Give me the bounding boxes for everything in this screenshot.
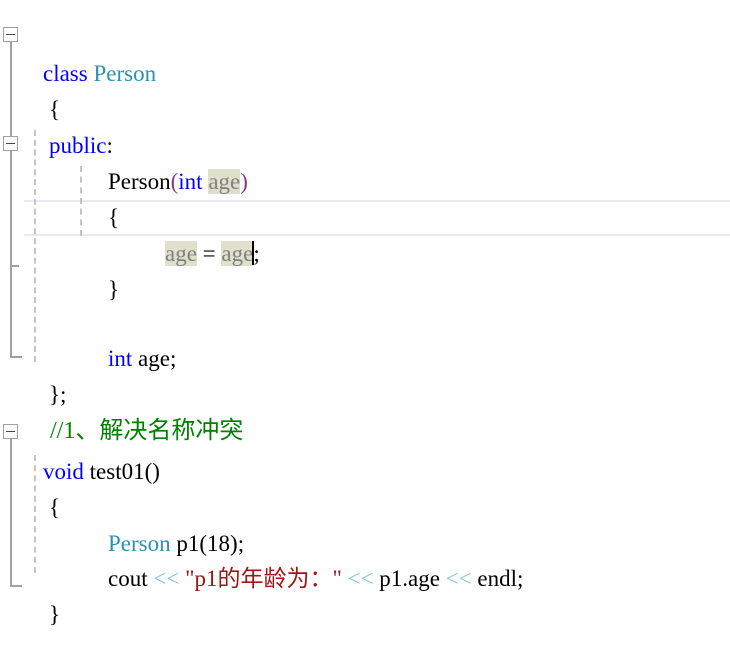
- code-line[interactable]: void test01(): [20, 418, 730, 484]
- code-line-empty[interactable]: [85, 272, 730, 308]
- code-line[interactable]: //1、解决名称冲突: [26, 377, 730, 444]
- code-line[interactable]: {: [85, 164, 730, 230]
- token-brace: {: [49, 495, 61, 520]
- indent-guide-ctor-body: [80, 166, 82, 236]
- fold-bracket-line-ctor: [9, 151, 12, 266]
- code-line[interactable]: cout << "p1的年龄为：" << p1.age << endl;: [85, 525, 730, 591]
- fold-bracket-foot-test01: [9, 585, 22, 587]
- code-editor[interactable]: class Person { public: Person(int age) {…: [0, 0, 730, 627]
- code-line[interactable]: int age;: [85, 305, 730, 371]
- code-line[interactable]: public:: [26, 92, 730, 158]
- fold-bracket-line-test01: [9, 439, 12, 587]
- code-line[interactable]: };: [26, 341, 730, 407]
- code-line[interactable]: Person(int age): [85, 128, 730, 194]
- code-line-current[interactable]: age = age;: [142, 200, 730, 266]
- fold-bracket-foot-ctor: [9, 265, 19, 267]
- fold-toggle-class-person[interactable]: [3, 27, 18, 42]
- code-line[interactable]: {: [26, 454, 730, 520]
- code-line[interactable]: }: [26, 561, 730, 627]
- code-line[interactable]: Person p1(18);: [85, 490, 730, 556]
- fold-bracket-foot-class: [9, 356, 22, 358]
- code-line[interactable]: {: [26, 56, 730, 122]
- fold-bracket-line-class: [9, 42, 12, 136]
- fold-toggle-constructor[interactable]: [3, 136, 18, 151]
- fold-toggle-test01[interactable]: [3, 424, 18, 439]
- token-brace: }: [49, 602, 61, 627]
- code-line[interactable]: class Person: [20, 20, 730, 86]
- code-line[interactable]: }: [85, 236, 730, 302]
- token-brace: {: [108, 205, 120, 230]
